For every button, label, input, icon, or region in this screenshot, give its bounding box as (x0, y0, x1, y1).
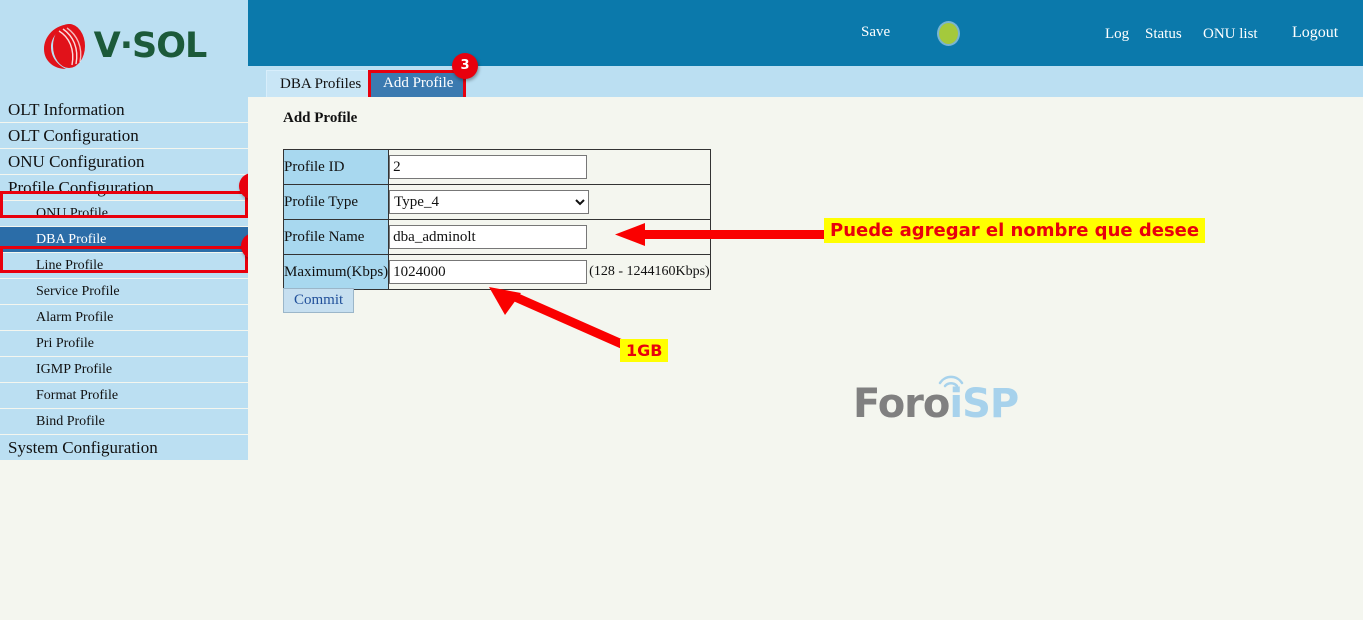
profile-id-label: Profile ID (282, 149, 390, 185)
sidebar-item-onu-profile[interactable]: ONU Profile (0, 201, 248, 227)
foroisp-watermark: ForoiSP (853, 375, 1019, 427)
sidebar-navigation: OLT Information OLT Configuration ONU Co… (0, 97, 248, 461)
annotation-note-profile-name: Puede agregar el nombre que desee (824, 218, 1206, 243)
table-row-profile-type: Profile Type Type_4 (282, 184, 711, 220)
sidebar-item-dba-profile[interactable]: DBA Profile (0, 227, 248, 253)
olt-web-management-page: V·SOL Save Log Status ONU list Logout DB… (0, 0, 1363, 620)
sidebar-item-format-profile[interactable]: Format Profile (0, 383, 248, 409)
save-button[interactable]: Save (861, 24, 890, 41)
add-profile-form-table: Profile ID Profile Type Type_4 Profile N… (282, 149, 711, 290)
maximum-kbps-label: Maximum(Kbps) (282, 254, 390, 290)
profile-type-field-cell: Type_4 (388, 184, 711, 220)
sidebar-item-system-configuration[interactable]: System Configuration (0, 435, 248, 461)
watermark-secondary-text: iSP (949, 381, 1019, 427)
log-link[interactable]: Log (1105, 26, 1129, 43)
profile-type-select[interactable]: Type_4 (389, 190, 590, 214)
table-row-profile-id: Profile ID (282, 149, 711, 185)
onu-list-link[interactable]: ONU list (1203, 26, 1258, 43)
profile-name-field-cell (388, 219, 711, 255)
commit-button[interactable]: Commit (283, 288, 355, 313)
logout-link[interactable]: Logout (1292, 24, 1338, 42)
maximum-kbps-field-cell: (128 - 1244160Kbps) (388, 254, 711, 290)
sidebar-item-service-profile[interactable]: Service Profile (0, 279, 248, 305)
profile-name-label: Profile Name (282, 219, 390, 255)
sidebar-item-line-profile[interactable]: Line Profile (0, 253, 248, 279)
sidebar-item-bind-profile[interactable]: Bind Profile (0, 409, 248, 435)
sidebar-item-alarm-profile[interactable]: Alarm Profile (0, 305, 248, 331)
sidebar-item-profile-configuration[interactable]: Profile Configuration (0, 175, 248, 201)
watermark-primary-text: Foro (853, 381, 950, 427)
sidebar-item-pri-profile[interactable]: Pri Profile (0, 331, 248, 357)
profile-id-input[interactable] (389, 155, 588, 179)
brand-logo-panel: V·SOL (0, 0, 248, 97)
vsol-droplet-logo-icon (42, 21, 88, 71)
sidebar-item-olt-information[interactable]: OLT Information (0, 97, 248, 123)
status-link[interactable]: Status (1145, 26, 1182, 43)
brand-name: V·SOL (93, 25, 208, 66)
profile-name-input[interactable] (389, 225, 588, 249)
table-row-maximum-kbps: Maximum(Kbps) (128 - 1244160Kbps) (282, 254, 711, 290)
status-circle-icon (939, 23, 958, 44)
page-title: Add Profile (283, 110, 358, 126)
tab-strip: DBA Profiles Add Profile (248, 66, 1363, 97)
tab-add-profile[interactable]: Add Profile (370, 70, 467, 97)
sidebar-item-onu-configuration[interactable]: ONU Configuration (0, 149, 248, 175)
maximum-kbps-input[interactable] (389, 260, 588, 284)
annotation-note-maximum-kbps: 1GB (620, 339, 669, 362)
top-navigation-bar: Save Log Status ONU list Logout (248, 0, 1363, 66)
annotation-badge-3: 3 (452, 53, 478, 79)
profile-type-label: Profile Type (282, 184, 390, 220)
sidebar-item-olt-configuration[interactable]: OLT Configuration (0, 123, 248, 149)
sidebar-item-igmp-profile[interactable]: IGMP Profile (0, 357, 248, 383)
profile-id-field-cell (388, 149, 711, 185)
table-row-profile-name: Profile Name (282, 219, 711, 255)
main-content-panel: Add Profile ForoiSP Profile ID Profile T… (248, 97, 1363, 620)
tab-dba-profiles[interactable]: DBA Profiles (266, 70, 376, 97)
maximum-kbps-range-hint: (128 - 1244160Kbps) (589, 264, 710, 280)
watermark-wifi-icon (938, 375, 964, 388)
